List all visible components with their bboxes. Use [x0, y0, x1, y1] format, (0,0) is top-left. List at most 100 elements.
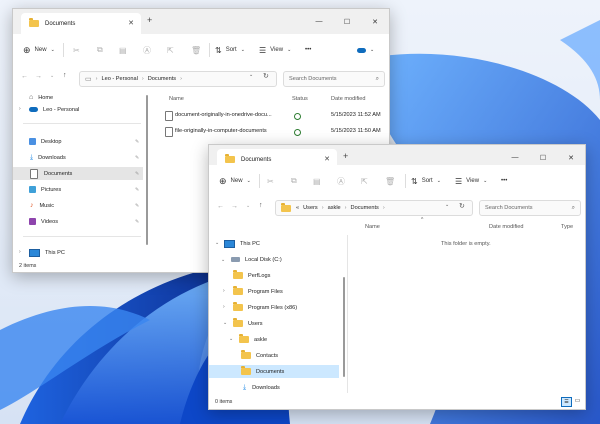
more-options-button[interactable]: •••	[305, 34, 311, 66]
sort-arrow-icon: ^	[421, 217, 424, 223]
document-icon	[165, 127, 173, 137]
tree-program-files[interactable]: Program Files	[209, 285, 339, 298]
new-button[interactable]: ⊕ New ⌄	[219, 165, 251, 197]
close-window-button[interactable]: ✕	[361, 9, 389, 34]
refresh-button[interactable]: ↻	[459, 202, 465, 210]
share-button[interactable]: ⇱	[167, 34, 174, 66]
sort-button[interactable]: ⇅ Sort ⌄	[411, 165, 441, 197]
copy-button[interactable]: ⧉	[97, 34, 103, 66]
share-button[interactable]: ⇱	[361, 165, 368, 197]
copy-icon: ⧉	[291, 176, 297, 185]
nav-desktop[interactable]: Desktop	[13, 135, 143, 148]
navigation-scrollbar[interactable]	[146, 95, 148, 245]
column-header-date[interactable]: Date modified	[331, 96, 366, 102]
pin-icon[interactable]: ✎	[135, 187, 139, 193]
recent-locations-button[interactable]: ⌄	[50, 73, 54, 79]
nav-onedrive[interactable]: Leo - Personal	[13, 103, 143, 116]
column-header-date[interactable]: Date modified	[489, 224, 524, 230]
breadcrumb-documents[interactable]: Documents	[351, 205, 379, 211]
paste-icon: ▤	[313, 176, 321, 186]
tree-downloads[interactable]: ⤓ Downloads	[209, 381, 339, 394]
new-tab-button[interactable]: +	[147, 15, 152, 25]
maximize-button[interactable]: ☐	[333, 9, 361, 34]
close-tab-icon[interactable]: ✕	[324, 155, 330, 163]
rename-button[interactable]: Ⓐ	[337, 165, 345, 197]
cut-button[interactable]: ✂	[73, 34, 80, 66]
column-header-status[interactable]: Status	[292, 96, 308, 102]
document-icon	[30, 168, 38, 179]
tree-askle[interactable]: askle	[209, 333, 339, 346]
tree-local-disk[interactable]: Local Disk (C:)	[209, 253, 339, 266]
tree-program-files-x86[interactable]: Program Files (x86)	[209, 301, 339, 314]
tree-perflogs[interactable]: PerfLogs	[209, 269, 339, 282]
onedrive-button[interactable]: ⌄	[357, 34, 374, 66]
breadcrumb-documents[interactable]: Documents	[148, 76, 176, 82]
drive-icon: ▭	[85, 76, 92, 83]
column-header-name[interactable]: Name	[169, 96, 184, 102]
tree-contacts[interactable]: Contacts	[209, 349, 339, 362]
back-button[interactable]: ←	[217, 203, 224, 210]
new-tab-button[interactable]: +	[343, 151, 348, 161]
view-button[interactable]: ☰ View ⌄	[259, 34, 291, 66]
copy-button[interactable]: ⧉	[291, 165, 297, 197]
nav-videos[interactable]: Videos	[13, 215, 143, 228]
paste-button[interactable]: ▤	[313, 165, 321, 197]
search-input[interactable]: Search Documents ⌕	[283, 71, 385, 87]
breadcrumb-onedrive[interactable]: Leo - Personal	[102, 76, 138, 82]
close-tab-icon[interactable]: ✕	[128, 19, 134, 27]
file-row[interactable]: document-originally-in-onedrive-docu... …	[163, 109, 389, 123]
pin-icon[interactable]: ✎	[135, 219, 139, 225]
paste-button[interactable]: ▤	[119, 34, 127, 66]
pin-icon[interactable]: ✎	[135, 203, 139, 209]
rename-button[interactable]: Ⓐ	[143, 34, 151, 66]
tiles-view-button[interactable]: ▭	[573, 397, 582, 405]
tree-documents[interactable]: Documents	[209, 365, 339, 378]
nav-pictures[interactable]: Pictures	[13, 183, 143, 196]
status-bar-count: 2 items	[19, 263, 37, 269]
view-button[interactable]: ☰ View ⌄	[455, 165, 487, 197]
tree-this-pc[interactable]: This PC	[209, 237, 339, 250]
address-bar[interactable]: « Users › askle › Documents ›	[275, 200, 473, 216]
nav-music[interactable]: ♪ Music	[13, 199, 143, 212]
address-dropdown[interactable]: ⌄	[249, 72, 253, 78]
delete-button[interactable]: 🗑	[385, 165, 395, 197]
file-date: 5/15/2023 11:50 AM	[331, 128, 381, 134]
back-button[interactable]: ←	[21, 73, 28, 80]
sort-button[interactable]: ⇅ Sort ⌄	[215, 34, 245, 66]
column-header-type[interactable]: Type	[561, 224, 573, 230]
tree-users[interactable]: Users	[209, 317, 339, 330]
column-header-name[interactable]: Name	[365, 224, 380, 230]
more-options-button[interactable]: •••	[501, 165, 507, 197]
pin-icon[interactable]: ✎	[135, 139, 139, 145]
forward-button[interactable]: →	[35, 73, 42, 80]
search-input[interactable]: Search Documents ⌕	[479, 200, 581, 216]
refresh-button[interactable]: ↻	[263, 72, 269, 80]
sort-label: Sort	[421, 178, 433, 184]
command-bar: ⊕ New ⌄ ✂ ⧉ ▤ Ⓐ ⇱ 🗑 ⇅ Sort ⌄ ☰ View ⌄ ••…	[209, 165, 585, 198]
pin-icon[interactable]: ✎	[135, 155, 139, 161]
recent-locations-button[interactable]: ⌄	[246, 203, 250, 209]
view-label: View	[466, 178, 480, 184]
breadcrumb-overflow[interactable]: «	[296, 205, 299, 211]
address-bar[interactable]: ▭ › Leo - Personal › Documents ›	[79, 71, 277, 87]
details-view-button[interactable]: ☰	[561, 397, 572, 407]
cut-button[interactable]: ✂	[267, 165, 274, 197]
onedrive-cloud-icon	[357, 47, 366, 53]
tab-documents[interactable]: Documents ✕	[21, 13, 141, 34]
delete-button[interactable]: 🗑	[191, 34, 201, 66]
up-button[interactable]: ↑	[259, 202, 263, 209]
plus-icon: ⊕	[219, 175, 227, 186]
navigation-scrollbar[interactable]	[343, 277, 345, 377]
file-row[interactable]: file-originally-in-computer-documents 5/…	[163, 125, 389, 139]
up-button[interactable]: ↑	[63, 72, 67, 79]
nav-this-pc[interactable]: This PC	[13, 246, 143, 259]
breadcrumb-askle[interactable]: askle	[328, 205, 341, 211]
nav-documents[interactable]: Documents	[13, 167, 143, 180]
pin-icon[interactable]: ✎	[135, 171, 139, 177]
nav-downloads[interactable]: ⤓ Downloads	[13, 151, 143, 164]
breadcrumb-users[interactable]: Users	[303, 205, 318, 211]
new-button[interactable]: ⊕ New ⌄	[23, 34, 55, 66]
address-dropdown[interactable]: ⌄	[445, 202, 449, 208]
forward-button[interactable]: →	[231, 203, 238, 210]
minimize-button[interactable]: —	[305, 9, 333, 34]
